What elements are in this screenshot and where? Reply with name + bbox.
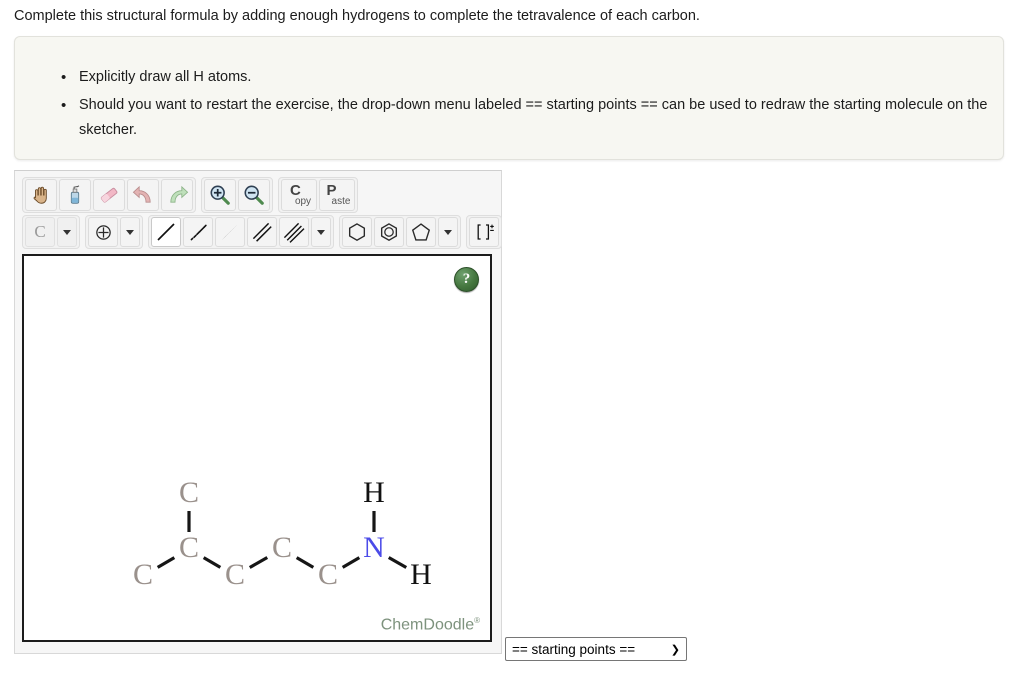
bond-line [295, 556, 315, 569]
instructions-list: • Explicitly draw all H atoms. • Should … [15, 37, 1003, 143]
bullet-icon: • [61, 69, 67, 86]
instruction-text: Explicitly draw all H atoms. [79, 69, 252, 85]
bullet-icon: • [61, 97, 67, 114]
bond-line [156, 556, 176, 569]
zoom-out-icon[interactable] [238, 179, 270, 211]
atom-label-c[interactable]: C [318, 558, 338, 591]
copy-button[interactable]: C opy [281, 179, 317, 211]
chevron-down-icon [63, 229, 71, 235]
atom-label-c[interactable]: C [179, 531, 199, 564]
eraser-icon[interactable] [93, 179, 125, 211]
bracket-charge-tool[interactable] [469, 217, 499, 247]
paste-suffix: aste [331, 196, 351, 207]
toolgroup-bonds [148, 215, 334, 249]
watermark-text: ChemDoodle [380, 616, 475, 633]
molecule-drawing: CCC CCCNHH [133, 476, 432, 591]
chevron-down-icon: ❯ [670, 643, 680, 656]
atom-label-c[interactable]: C [272, 531, 292, 564]
starting-points-label: == starting points == [512, 641, 636, 657]
cyclopentane-ring-tool[interactable] [406, 217, 436, 247]
charge-plus-icon[interactable] [88, 217, 118, 247]
chevron-down-icon [317, 229, 325, 235]
atom-label-n[interactable]: N [363, 531, 385, 564]
page-title: Complete this structural formula by addi… [14, 8, 700, 24]
toolgroup-rings [339, 215, 461, 249]
bond-line [248, 556, 269, 569]
list-item: • Explicitly draw all H atoms. [61, 65, 999, 90]
hash-bond-tool[interactable] [183, 217, 213, 247]
atom-label-c[interactable]: C [133, 558, 153, 591]
toolgroup-edit [22, 177, 196, 213]
atom-label-c[interactable]: C [179, 476, 199, 509]
atom-label-h[interactable]: H [363, 476, 385, 509]
paste-button[interactable]: P aste [319, 179, 355, 211]
toolbar-row-1: C opy P aste [22, 177, 495, 215]
atom-label-c[interactable]: C [225, 558, 245, 591]
atom-layer: CCC CCCNHH [133, 476, 432, 591]
registered-mark-icon: ® [474, 615, 480, 625]
zoom-in-icon[interactable] [204, 179, 236, 211]
charge-dropdown-caret[interactable] [120, 217, 140, 247]
copy-suffix: opy [294, 196, 312, 207]
element-label-button[interactable]: C [25, 217, 55, 247]
toolgroup-element: C [22, 215, 80, 249]
single-bond-tool[interactable] [151, 217, 181, 247]
redo-arrow-icon[interactable] [161, 179, 193, 211]
chevron-down-icon [444, 229, 452, 235]
chevron-down-icon [126, 229, 134, 235]
sketcher-canvas[interactable]: ? CCCCCCNHH ChemDoodle® [22, 254, 492, 642]
bond-dropdown-caret[interactable] [311, 217, 331, 247]
aromatic-ring-tool[interactable] [374, 217, 404, 247]
toolgroup-bracket [466, 215, 502, 249]
chemdoodle-sketcher: C opy P aste C ? C C C C C C N H H ChemD… [14, 170, 502, 654]
pan-hand-icon[interactable] [25, 179, 57, 211]
instructions-card: • Explicitly draw all H atoms. • Should … [14, 36, 1004, 160]
bond-line [341, 556, 361, 569]
toolgroup-clipboard: C opy P aste [278, 177, 358, 213]
atom-label-h[interactable]: H [410, 558, 432, 591]
instruction-text: Should you want to restart the exercise,… [79, 97, 988, 138]
toolbar-row-2: C [22, 215, 502, 251]
bond-line [387, 556, 408, 569]
starting-points-select[interactable]: == starting points == ❯ [505, 637, 687, 661]
triple-bond-tool[interactable] [279, 217, 309, 247]
toolgroup-zoom [201, 177, 273, 213]
bond-line [202, 556, 222, 569]
wedge-bond-tool[interactable] [215, 217, 245, 247]
undo-arrow-icon[interactable] [127, 179, 159, 211]
clear-bottle-icon[interactable] [59, 179, 91, 211]
element-dropdown-caret[interactable] [57, 217, 77, 247]
list-item: • Should you want to restart the exercis… [61, 93, 999, 143]
double-bond-tool[interactable] [247, 217, 277, 247]
toolgroup-charge [85, 215, 143, 249]
chemdoodle-watermark: ChemDoodle® [381, 616, 480, 634]
element-label: C [34, 222, 46, 241]
benzene-ring-tool[interactable] [342, 217, 372, 247]
ring-dropdown-caret[interactable] [438, 217, 458, 247]
